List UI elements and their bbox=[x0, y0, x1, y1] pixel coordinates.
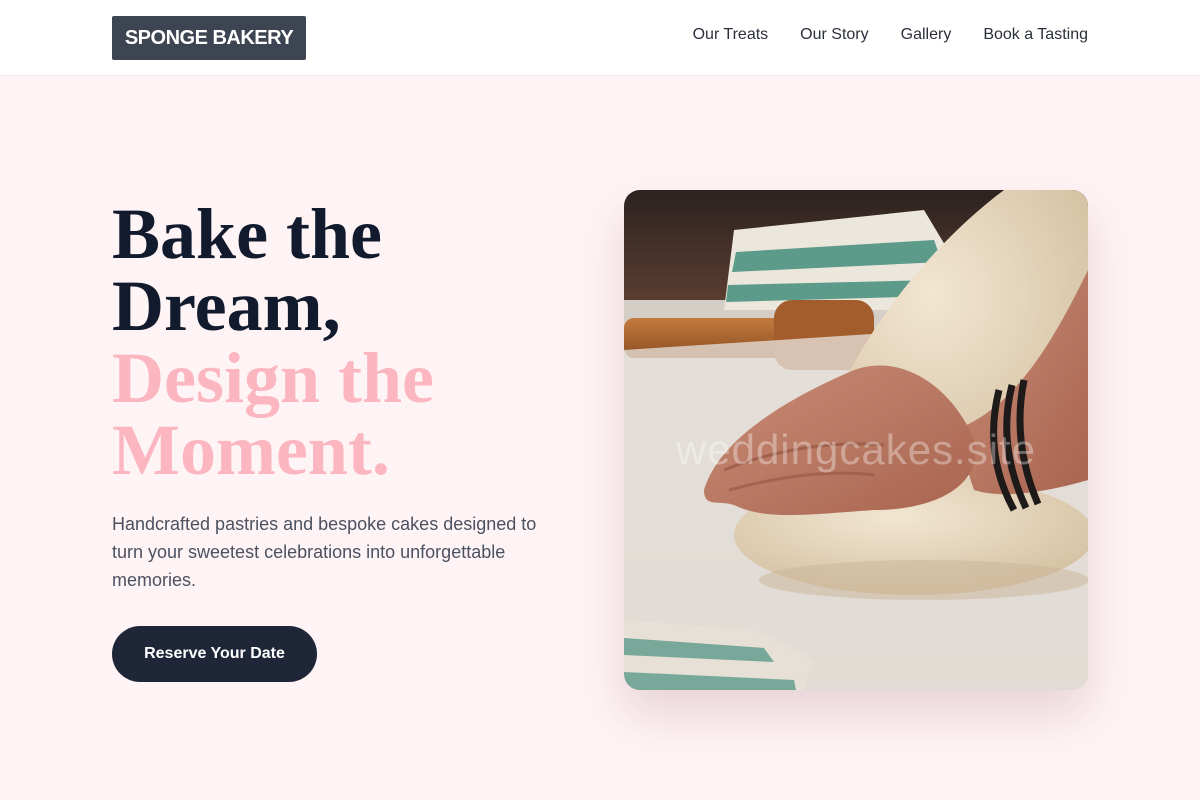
hero-accent-line-2: Moment. bbox=[112, 410, 390, 490]
image-watermark: weddingcakes.site bbox=[675, 426, 1037, 473]
reserve-date-button[interactable]: Reserve Your Date bbox=[112, 626, 317, 682]
hero-title: Bake the Dream, Design the Moment. bbox=[112, 198, 572, 486]
hero-title-line-2: Dream, bbox=[112, 266, 341, 346]
hero-image-dough-kneading: weddingcakes.site bbox=[624, 190, 1088, 690]
nav-our-treats[interactable]: Our Treats bbox=[693, 24, 769, 46]
main-nav: Our Treats Our Story Gallery Book a Tast… bbox=[693, 24, 1088, 46]
hero-title-line-1: Bake the bbox=[112, 194, 382, 274]
nav-gallery[interactable]: Gallery bbox=[901, 24, 952, 46]
nav-book-a-tasting[interactable]: Book a Tasting bbox=[983, 24, 1088, 46]
hero-accent-line-1: Design the bbox=[112, 338, 434, 418]
nav-our-story[interactable]: Our Story bbox=[800, 24, 868, 46]
hero-subtitle: Handcrafted pastries and bespoke cakes d… bbox=[112, 514, 537, 590]
site-header: SPONGE BAKERY Our Treats Our Story Galle… bbox=[0, 0, 1200, 76]
logo[interactable]: SPONGE BAKERY bbox=[112, 16, 306, 60]
